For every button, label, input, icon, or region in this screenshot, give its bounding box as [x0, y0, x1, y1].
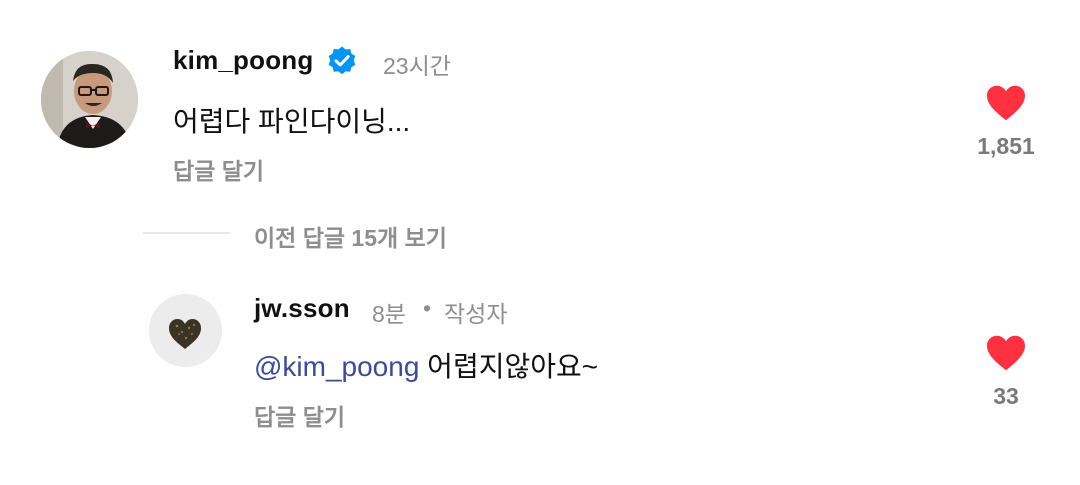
- like-count: 33: [993, 383, 1019, 409]
- comment-text: 어렵다 파인다이닝...: [173, 106, 411, 137]
- like-control: 33: [961, 334, 1051, 410]
- mention-link[interactable]: @kim_poong: [254, 351, 419, 382]
- view-previous-replies-button[interactable]: 이전 답글 15개 보기: [254, 219, 447, 253]
- comment-time: 23시간: [383, 53, 451, 79]
- reply-button[interactable]: 답글 달기: [254, 398, 345, 432]
- separator-dot: •: [423, 295, 432, 321]
- user-photo-icon: [41, 51, 138, 148]
- author-badge: 작성자: [444, 301, 508, 327]
- avatar[interactable]: [41, 51, 138, 148]
- heart-chocolate-icon: [149, 294, 222, 367]
- username[interactable]: kim_poong: [173, 45, 313, 76]
- like-count: 1,851: [977, 133, 1035, 159]
- thread-divider: [143, 232, 230, 234]
- comment-time: 8분: [372, 301, 406, 327]
- verified-badge-icon: [328, 46, 356, 75]
- heart-icon[interactable]: [985, 84, 1027, 122]
- like-control: 1,851: [961, 84, 1051, 160]
- username[interactable]: jw.sson: [254, 293, 350, 324]
- reply-text: 어렵지않아요~: [419, 351, 599, 382]
- avatar[interactable]: [149, 294, 222, 367]
- heart-icon[interactable]: [985, 334, 1027, 372]
- reply-button[interactable]: 답글 달기: [173, 152, 264, 186]
- comment-text: @kim_poong 어렵지않아요~: [254, 345, 598, 385]
